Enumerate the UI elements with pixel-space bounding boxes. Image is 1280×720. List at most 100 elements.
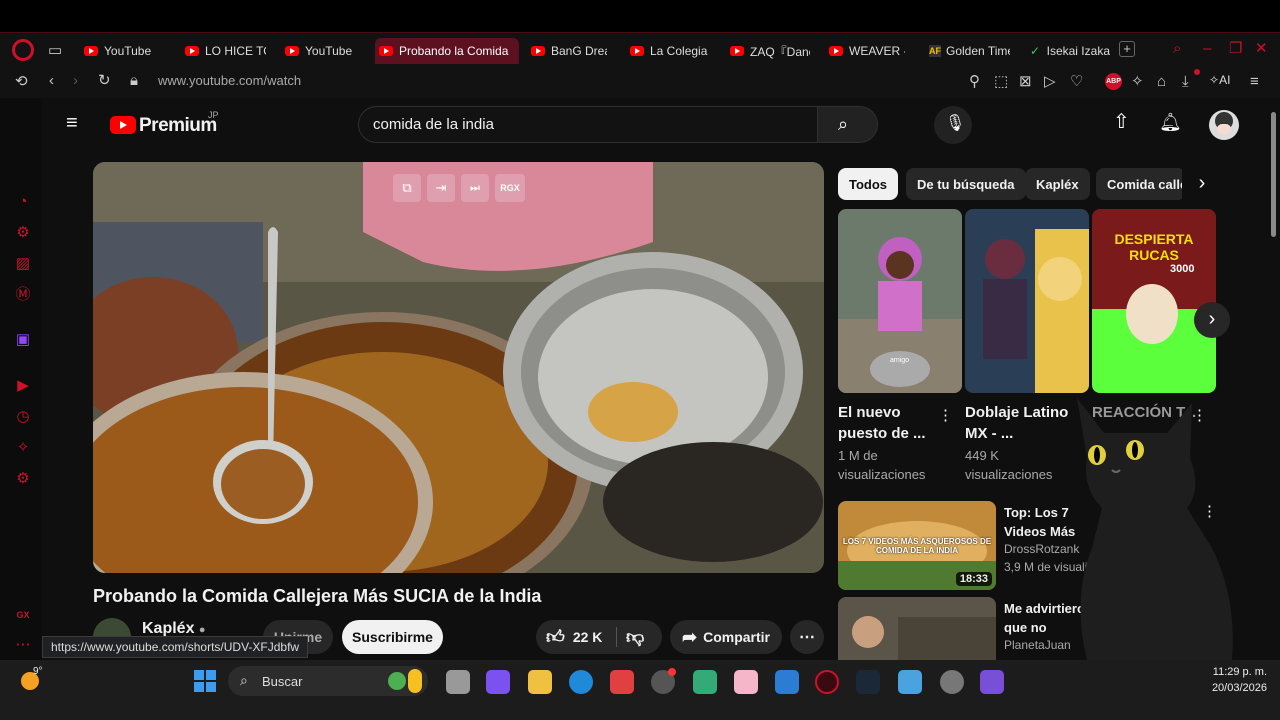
tab-youtube-1[interactable]: YouTube: [80, 38, 175, 64]
upload-icon[interactable]: ⇧: [1113, 112, 1130, 132]
new-tab-icon[interactable]: +: [1119, 41, 1135, 57]
short-thumbnail-3[interactable]: DESPIERTA RUCAS 3000: [1092, 209, 1216, 393]
ai-button[interactable]: ✧AI: [1209, 73, 1230, 87]
twitch-icon[interactable]: ▣: [14, 331, 32, 349]
like-count[interactable]: 22 K: [573, 629, 603, 645]
short-thumbnail-1[interactable]: amigo: [838, 209, 962, 393]
thumbs-down-icon[interactable]: 👎︎: [626, 626, 644, 648]
search-tabs-icon[interactable]: ⌕: [1173, 41, 1181, 57]
taskbar-search[interactable]: ⌕ Buscar: [228, 666, 428, 696]
copilot-app-icon[interactable]: [486, 670, 510, 694]
app-icon[interactable]: [693, 670, 717, 694]
related-thumbnail-2[interactable]: [838, 597, 996, 660]
player-icon[interactable]: ▶: [14, 377, 32, 395]
close-window-icon[interactable]: ✕: [1255, 41, 1268, 57]
opera-logo-icon[interactable]: [12, 39, 34, 61]
short-1-title[interactable]: El nuevo puesto de ...: [838, 402, 948, 444]
related-1-channel[interactable]: DrossRotzank: [1004, 542, 1079, 556]
url-field[interactable]: www.youtube.com/watch: [158, 73, 301, 88]
forward-icon[interactable]: ›: [73, 73, 78, 89]
tab-isekai-izaka[interactable]: ✓ Isekai Izaka: [1026, 38, 1110, 64]
chip-de-tu-busqueda[interactable]: De tu búsqueda: [906, 168, 1026, 200]
tab-youtube-2[interactable]: YouTube: [281, 38, 371, 64]
extensions-icon[interactable]: ✧: [14, 439, 32, 457]
app-icon[interactable]: [734, 670, 758, 694]
tab-lo-hice-todo[interactable]: LO HICE TODO: [181, 38, 266, 64]
photos-icon[interactable]: [898, 670, 922, 694]
related-thumbnail-1[interactable]: LOS 7 VIDEOS MÁS ASQUEROSOS DE COMIDA DE…: [838, 501, 996, 590]
thumbs-up-icon[interactable]: 👍︎: [546, 626, 565, 648]
search-input[interactable]: comida de la india: [373, 116, 494, 133]
tab-la-colegiala[interactable]: La Colegiala: [626, 38, 708, 64]
rgx-button[interactable]: RGX: [495, 174, 525, 202]
chip-comida-callejera[interactable]: Comida callejera: [1096, 168, 1186, 200]
clock-time[interactable]: 11:29 p. m.: [1205, 666, 1267, 678]
outlook-icon[interactable]: [775, 670, 799, 694]
search-button[interactable]: ⌕: [818, 106, 878, 143]
short-1-menu-icon[interactable]: ⋮: [938, 408, 953, 424]
windows-start-icon[interactable]: [194, 670, 216, 692]
snapshot-icon[interactable]: ⬚: [994, 74, 1008, 90]
short-thumbnail-2[interactable]: [965, 209, 1089, 393]
opera-gx-taskbar-icon[interactable]: [815, 670, 839, 694]
settings-icon[interactable]: ⚙: [14, 470, 32, 488]
hamburger-menu-icon[interactable]: ≡: [66, 113, 78, 133]
tab-zaq-dance[interactable]: ZAQ『Dance: [726, 38, 810, 64]
reload-sync-icon[interactable]: ⟲: [15, 74, 28, 90]
minimize-icon[interactable]: –: [1203, 41, 1211, 57]
reload-icon[interactable]: ↻: [98, 73, 111, 89]
clock-date[interactable]: 20/03/2026: [1205, 682, 1267, 694]
block-icon[interactable]: ⊠: [1019, 74, 1032, 90]
more-actions-icon[interactable]: ⋯: [790, 620, 824, 654]
more-icon[interactable]: ⋯: [14, 636, 32, 654]
speed-dial-icon[interactable]: ◔: [14, 193, 32, 211]
shorts-next-icon[interactable]: ›: [1194, 302, 1230, 338]
history-icon[interactable]: ◷: [14, 408, 32, 426]
short-2-title[interactable]: Doblaje Latino MX - ...: [965, 402, 1075, 444]
subscribe-button[interactable]: Suscribirme: [342, 620, 443, 654]
pip-icon[interactable]: ⧉: [393, 174, 421, 202]
play-icon[interactable]: ▷: [1044, 74, 1056, 90]
app-icon[interactable]: [980, 670, 1004, 694]
workspaces-icon[interactable]: ▨: [14, 255, 32, 273]
chip-kaplex[interactable]: Kapléx: [1025, 168, 1090, 200]
messenger-icon[interactable]: Ⓜ: [14, 286, 32, 304]
microsoft-store-icon[interactable]: [610, 670, 634, 694]
gx-icon[interactable]: GX: [14, 606, 32, 624]
ai-assistant-icon[interactable]: ⚙: [14, 224, 32, 242]
tab-weaver[interactable]: WEAVER -: [825, 38, 905, 64]
back-icon[interactable]: ‹: [49, 73, 54, 89]
share-button[interactable]: ➦ Compartir: [670, 620, 782, 654]
home-icon[interactable]: ⌂: [1157, 74, 1166, 90]
task-view-icon[interactable]: [446, 670, 470, 694]
detach-icon[interactable]: ⇥: [427, 174, 455, 202]
related-2-channel[interactable]: PlanetaJuan: [1004, 638, 1071, 652]
steam-icon[interactable]: [856, 670, 880, 694]
file-explorer-icon[interactable]: [528, 670, 552, 694]
pin-icon[interactable]: ⚲: [969, 74, 980, 90]
chips-next-icon[interactable]: ›: [1182, 168, 1222, 200]
restore-icon[interactable]: ❐: [1229, 41, 1242, 57]
youtube-logo-icon[interactable]: [110, 116, 136, 134]
tab-probando-la-comida[interactable]: Probando la Comida: [375, 38, 519, 64]
notifications-bell-icon[interactable]: 🔔︎: [1159, 113, 1182, 131]
heart-icon[interactable]: ♡: [1070, 74, 1083, 90]
next-track-icon[interactable]: ⏭: [461, 174, 489, 202]
voice-search-button[interactable]: 🎙︎: [934, 106, 972, 144]
extensions-icon[interactable]: ✧: [1131, 74, 1144, 90]
video-player[interactable]: ⧉ ⇥ ⏭ RGX: [93, 162, 824, 573]
avatar[interactable]: [1209, 110, 1239, 140]
download-icon[interactable]: ⤓: [1182, 74, 1189, 90]
chip-todos[interactable]: Todos: [838, 168, 899, 200]
lock-icon[interactable]: 🔒︎: [130, 73, 138, 89]
tab-bang-dream[interactable]: BanG Dream: [527, 38, 607, 64]
tab-golden-time[interactable]: AF Golden Time: [925, 38, 1010, 64]
youtube-premium-logo[interactable]: Premium: [139, 115, 217, 137]
temperature[interactable]: 9°: [33, 666, 43, 677]
workspaces-icon[interactable]: ▭: [48, 43, 62, 59]
search-box[interactable]: comida de la india ✕: [358, 106, 850, 143]
scrollbar-thumb[interactable]: [1271, 112, 1276, 237]
adblock-plus-icon[interactable]: ABP: [1105, 73, 1122, 90]
settings-gear-icon[interactable]: [940, 670, 964, 694]
edge-icon[interactable]: [569, 670, 593, 694]
